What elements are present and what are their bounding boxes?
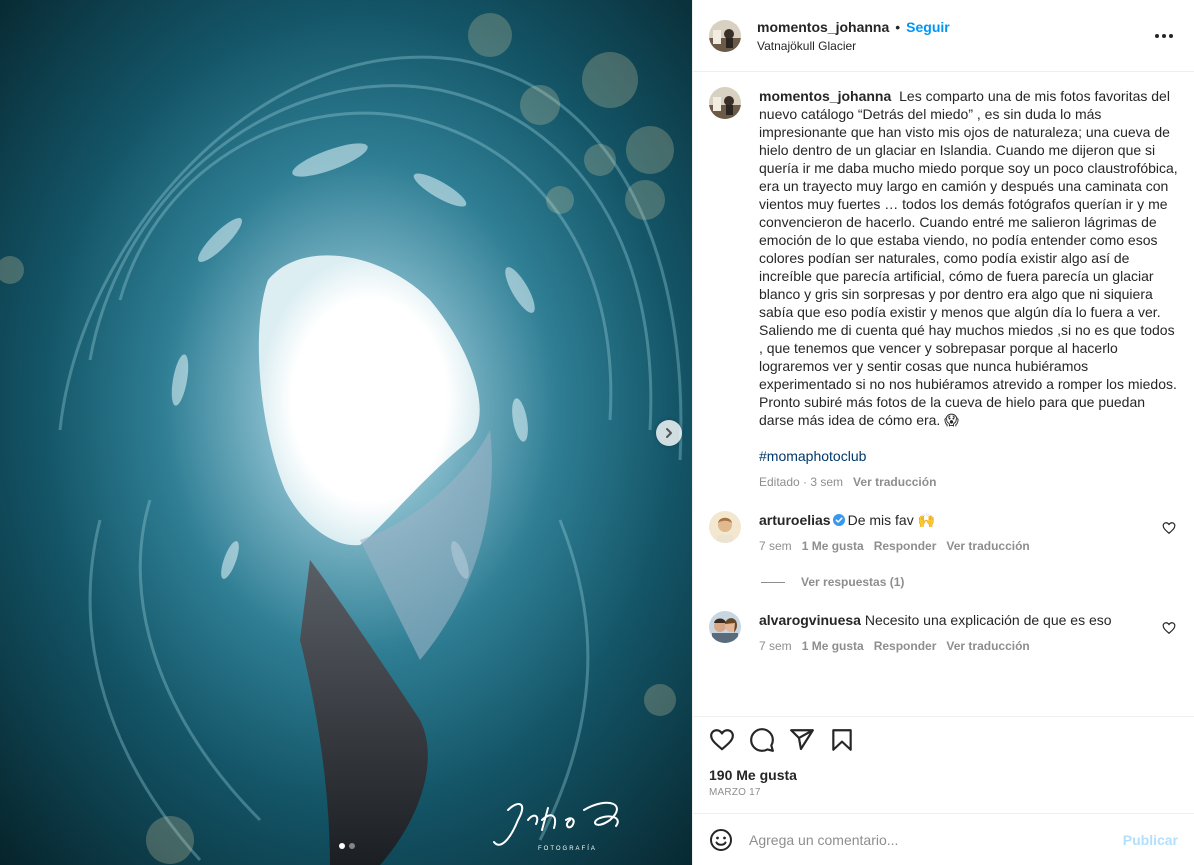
view-replies-label: Ver respuestas (1) [801,575,905,589]
comment-body: alvarogvinuesa Necesito una explicación … [759,611,1159,655]
carousel-indicator [339,843,355,849]
emoji-icon[interactable] [709,828,733,852]
comment-input[interactable] [749,831,1123,848]
share-send-icon[interactable] [789,727,815,753]
comment-text: De mis fav 🙌 [847,512,936,528]
avatar[interactable] [709,611,741,643]
translate-button[interactable]: Ver traducción [946,537,1029,555]
likes-count[interactable]: 190 Me gusta [709,767,1178,783]
caption-meta: Editado · 3 sem Ver traducción [759,473,1178,491]
svg-text:FOTOGRAFÍA: FOTOGRAFÍA [538,845,597,852]
edited-timestamp: Editado · 3 sem [759,475,844,489]
verified-badge-icon [832,514,845,526]
reply-button[interactable]: Responder [874,537,937,555]
caption: momentos_johanna Les comparto una de mis… [709,87,1178,491]
add-comment-bar: Publicar [693,813,1194,865]
comment-timestamp: 7 sem [759,639,792,653]
hashtag-link[interactable]: #momaphotoclub [759,447,1178,465]
action-bar [709,727,1178,753]
comment-bubble-icon[interactable] [749,727,775,753]
comment: alvarogvinuesa Necesito una explicación … [709,611,1178,655]
post-author-username[interactable]: momentos_johanna [757,19,889,35]
post-dialog: FOTOGRAFÍA momentos_johanna • Seguir Vat… [0,0,1194,865]
avatar[interactable] [709,19,741,52]
heart-icon[interactable] [1162,521,1176,535]
save-bookmark-icon[interactable] [829,727,855,753]
comment-text: Necesito una explicación de que es eso [864,612,1112,628]
comment-likes[interactable]: 1 Me gusta [802,537,864,555]
caption-text: Les comparto una de mis fotos favoritas … [759,88,1178,428]
heart-icon[interactable] [1162,621,1176,635]
carousel-dot-active [339,843,345,849]
post-actions: 190 Me gusta MARZO 17 [693,716,1194,798]
comment: arturoelias De mis fav 🙌 7 sem 1 Me gusta… [709,511,1178,555]
follow-button[interactable]: Seguir [906,19,950,35]
view-replies-button[interactable]: Ver respuestas (1) [761,575,1178,589]
watermark-signature: FOTOGRAFÍA [493,801,619,852]
translate-button[interactable]: Ver traducción [853,473,936,491]
comment-username[interactable]: arturoelias [759,512,831,528]
comment-meta: 7 sem 1 Me gusta Responder Ver traducció… [759,537,1159,555]
comment-meta: 7 sem 1 Me gusta Responder Ver traducció… [759,637,1159,655]
ice-cave-photo [0,0,692,865]
post-details-panel: momentos_johanna • Seguir Vatnajökull Gl… [692,0,1194,865]
comment-body: arturoelias De mis fav 🙌 7 sem 1 Me gusta… [759,511,1159,555]
caption-body: momentos_johanna Les comparto una de mis… [759,87,1178,491]
comment-username[interactable]: alvarogvinuesa [759,612,861,628]
post-location[interactable]: Vatnajökull Glacier [757,39,950,53]
comment-likes[interactable]: 1 Me gusta [802,637,864,655]
post-date: MARZO 17 [709,787,761,798]
post-header-text: momentos_johanna • Seguir Vatnajökull Gl… [757,19,950,53]
publish-comment-button[interactable]: Publicar [1123,832,1178,848]
avatar[interactable] [709,511,741,543]
next-photo-button[interactable] [656,420,682,446]
carousel-dot [349,843,355,849]
comment-timestamp: 7 sem [759,539,792,553]
caption-username[interactable]: momentos_johanna [759,88,895,104]
post-media[interactable]: FOTOGRAFÍA [0,0,692,865]
post-header: momentos_johanna • Seguir Vatnajökull Gl… [693,0,1194,72]
replies-divider [761,581,785,583]
comments-section[interactable]: momentos_johanna Les comparto una de mis… [693,73,1194,715]
reply-button[interactable]: Responder [874,637,937,655]
like-heart-icon[interactable] [709,727,735,753]
more-options-button[interactable] [1154,26,1174,46]
translate-button[interactable]: Ver traducción [946,637,1029,655]
chevron-right-icon [666,428,672,438]
more-horizontal-icon [1155,34,1173,38]
avatar[interactable] [709,87,741,119]
separator-dot: • [895,18,901,35]
